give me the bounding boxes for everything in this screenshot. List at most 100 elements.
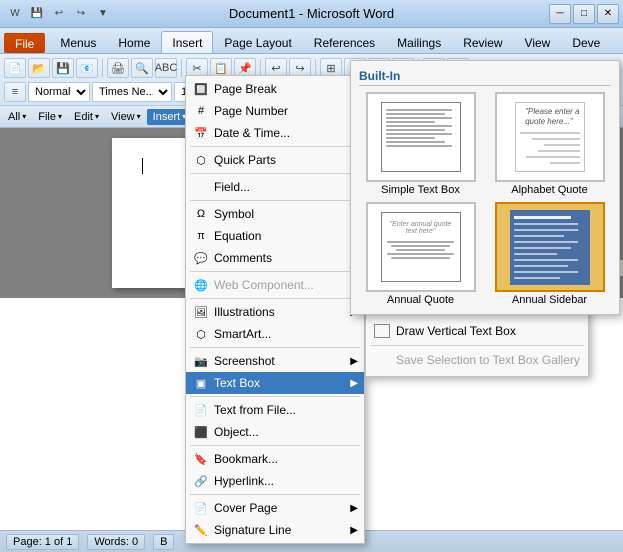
align-left-btn[interactable]: ≡ [4, 82, 26, 102]
gallery-section-title: Built-In [359, 69, 611, 86]
text-box-gallery: Built-In Simple Text Box [350, 60, 620, 315]
email-btn[interactable]: 📧 [76, 58, 98, 78]
tab-menus[interactable]: Menus [49, 31, 107, 53]
tab-devel[interactable]: Deve [561, 31, 611, 53]
symbol-icon: Ω [192, 205, 210, 223]
gallery-grid: Simple Text Box "Please enter aquote her… [359, 92, 611, 306]
page-status: Page: 1 of 1 [6, 534, 79, 550]
hyperlink-icon: 🔗 [192, 472, 210, 490]
menu-hyperlink[interactable]: 🔗 Hyperlink... [186, 470, 364, 492]
gallery-label-annual-quote: Annual Quote [387, 294, 454, 306]
quick-parts-icon: ⬡ [192, 151, 210, 169]
new-btn[interactable]: 📄 [4, 58, 26, 78]
menu-text-box[interactable]: ▣ Text Box ▶ [186, 372, 364, 394]
menu-field[interactable]: Field... [186, 176, 364, 198]
menu-smartart[interactable]: ⬡ SmartArt... [186, 323, 364, 345]
sub-sep [370, 345, 584, 346]
menubar-all[interactable]: All ▾ [2, 109, 32, 125]
screenshot-icon: 📷 [192, 352, 210, 370]
sep-b [190, 173, 360, 174]
smartart-icon: ⬡ [192, 325, 210, 343]
insert-dropdown: 🔲 Page Break ▶ # Page Number ▶ 📅 Date & … [185, 75, 365, 544]
quick-access-arrow[interactable]: ▼ [94, 6, 112, 22]
title-bar: W 💾 ↩ ↪ ▼ Document1 - Microsoft Word ─ □… [0, 0, 623, 28]
gallery-item-simple[interactable]: Simple Text Box [359, 92, 482, 196]
signature-icon: ✏️ [192, 521, 210, 539]
maximize-button[interactable]: □ [573, 4, 595, 24]
menu-comments[interactable]: 💬 Comments ▶ [186, 247, 364, 269]
submenu-save-selection[interactable]: Save Selection to Text Box Gallery [366, 348, 588, 372]
sep-i [190, 494, 360, 495]
sep-c [190, 200, 360, 201]
tab-mailings[interactable]: Mailings [386, 31, 452, 53]
spell-btn[interactable]: ABC [155, 58, 177, 78]
word-icon: W [6, 6, 24, 22]
web-component-icon: 🌐 [192, 276, 210, 294]
tab-page-layout[interactable]: Page Layout [213, 31, 302, 53]
undo-quick-btn[interactable]: ↩ [50, 6, 68, 22]
sep1 [102, 59, 103, 77]
menu-cover-page[interactable]: 📄 Cover Page ▶ [186, 497, 364, 519]
menu-text-from-file[interactable]: 📄 Text from File... [186, 399, 364, 421]
sep-f [190, 347, 360, 348]
draw-vertical-text-box-icon [374, 324, 390, 338]
tab-view[interactable]: View [514, 31, 562, 53]
menubar-view[interactable]: View ▾ [105, 109, 147, 125]
menu-web-component[interactable]: 🌐 Web Component... [186, 274, 364, 296]
illustrations-icon: 🖼 [192, 303, 210, 321]
cursor [142, 158, 143, 174]
gallery-thumb-alphabet: "Please enter aquote here..." [495, 92, 605, 182]
ribbon-tabs: File Menus Home Insert Page Layout Refer… [0, 28, 623, 54]
tab-insert[interactable]: Insert [161, 31, 213, 53]
menubar-edit[interactable]: Edit ▾ [68, 109, 105, 125]
submenu-draw-vertical-text-box[interactable]: Draw Vertical Text Box [366, 319, 588, 343]
gallery-item-annual-quote[interactable]: "Enter annual quote text here" Annual Qu… [359, 202, 482, 306]
menu-illustrations[interactable]: 🖼 Illustrations ▶ [186, 301, 364, 323]
sep-e [190, 298, 360, 299]
gallery-label-alphabet: Alphabet Quote [511, 184, 587, 196]
font-select[interactable]: Times Ne... [92, 82, 172, 102]
save-quick-btn[interactable]: 💾 [28, 6, 46, 22]
menu-screenshot[interactable]: 📷 Screenshot ▶ [186, 350, 364, 372]
sep-a [190, 146, 360, 147]
save-btn[interactable]: 💾 [52, 58, 74, 78]
bookmark-icon: 🔖 [192, 450, 210, 468]
menu-date-time[interactable]: 📅 Date & Time... [186, 122, 364, 144]
menu-page-number[interactable]: # Page Number ▶ [186, 100, 364, 122]
tab-review[interactable]: Review [452, 31, 513, 53]
object-icon: ⬛ [192, 423, 210, 441]
window-title: Document1 - Microsoft Word [229, 6, 394, 21]
menu-signature-line[interactable]: ✏️ Signature Line ▶ [186, 519, 364, 541]
gallery-item-alphabet[interactable]: "Please enter aquote here..." Alphabet Q… [488, 92, 611, 196]
print-preview-btn[interactable]: 🔍 [131, 58, 153, 78]
menubar-file[interactable]: File ▾ [32, 109, 68, 125]
menu-quick-parts[interactable]: ⬡ Quick Parts ▶ [186, 149, 364, 171]
sep-h [190, 445, 360, 446]
open-btn[interactable]: 📂 [28, 58, 50, 78]
menu-page-break[interactable]: 🔲 Page Break ▶ [186, 78, 364, 100]
tab-references[interactable]: References [303, 31, 386, 53]
insert-menu: 🔲 Page Break ▶ # Page Number ▶ 📅 Date & … [185, 75, 365, 544]
date-icon: 📅 [192, 124, 210, 142]
gallery-thumb-annual-sidebar [495, 202, 605, 292]
print-btn[interactable]: 🖨 [107, 58, 129, 78]
equation-icon: π [192, 227, 210, 245]
lang-status: B [153, 534, 174, 550]
save-selection-icon [374, 350, 390, 370]
menu-equation[interactable]: π Equation ▶ [186, 225, 364, 247]
tab-home[interactable]: Home [107, 31, 161, 53]
menu-symbol[interactable]: Ω Symbol ▶ [186, 203, 364, 225]
sep-d [190, 271, 360, 272]
text-box-icon: ▣ [192, 374, 210, 392]
close-button[interactable]: ✕ [597, 4, 619, 24]
tab-file[interactable]: File [4, 33, 45, 53]
minimize-button[interactable]: ─ [549, 4, 571, 24]
menu-object[interactable]: ⬛ Object... [186, 421, 364, 443]
style-select[interactable]: Normal [28, 82, 90, 102]
text-from-file-icon: 📄 [192, 401, 210, 419]
gallery-thumb-simple [366, 92, 476, 182]
gallery-label-annual-sidebar: Annual Sidebar [512, 294, 587, 306]
gallery-item-annual-sidebar[interactable]: Annual Sidebar [488, 202, 611, 306]
menu-bookmark[interactable]: 🔖 Bookmark... [186, 448, 364, 470]
redo-quick-btn[interactable]: ↪ [72, 6, 90, 22]
